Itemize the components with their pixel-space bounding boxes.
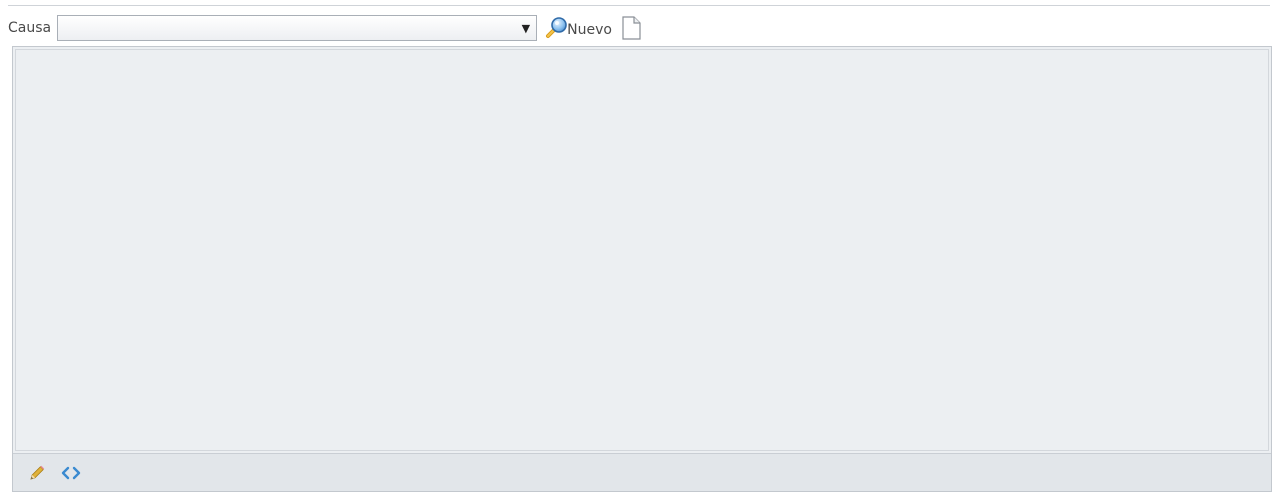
causa-toolbar: Causa ▼ Nuevo (8, 14, 642, 42)
rich-text-editor (12, 46, 1272, 492)
causa-select[interactable]: ▼ (57, 15, 538, 41)
chevron-down-icon: ▼ (521, 22, 531, 35)
editor-mode-bar (13, 453, 1271, 491)
search-icon[interactable] (543, 15, 569, 41)
editor-content-area[interactable] (15, 49, 1269, 451)
nuevo-link[interactable]: Nuevo (567, 16, 612, 44)
top-divider (8, 5, 1270, 6)
document-icon[interactable] (620, 15, 642, 41)
code-icon[interactable] (61, 463, 81, 483)
causa-label: Causa (8, 20, 52, 36)
page: Causa ▼ Nuevo (0, 0, 1276, 494)
pencil-icon[interactable] (27, 463, 47, 483)
